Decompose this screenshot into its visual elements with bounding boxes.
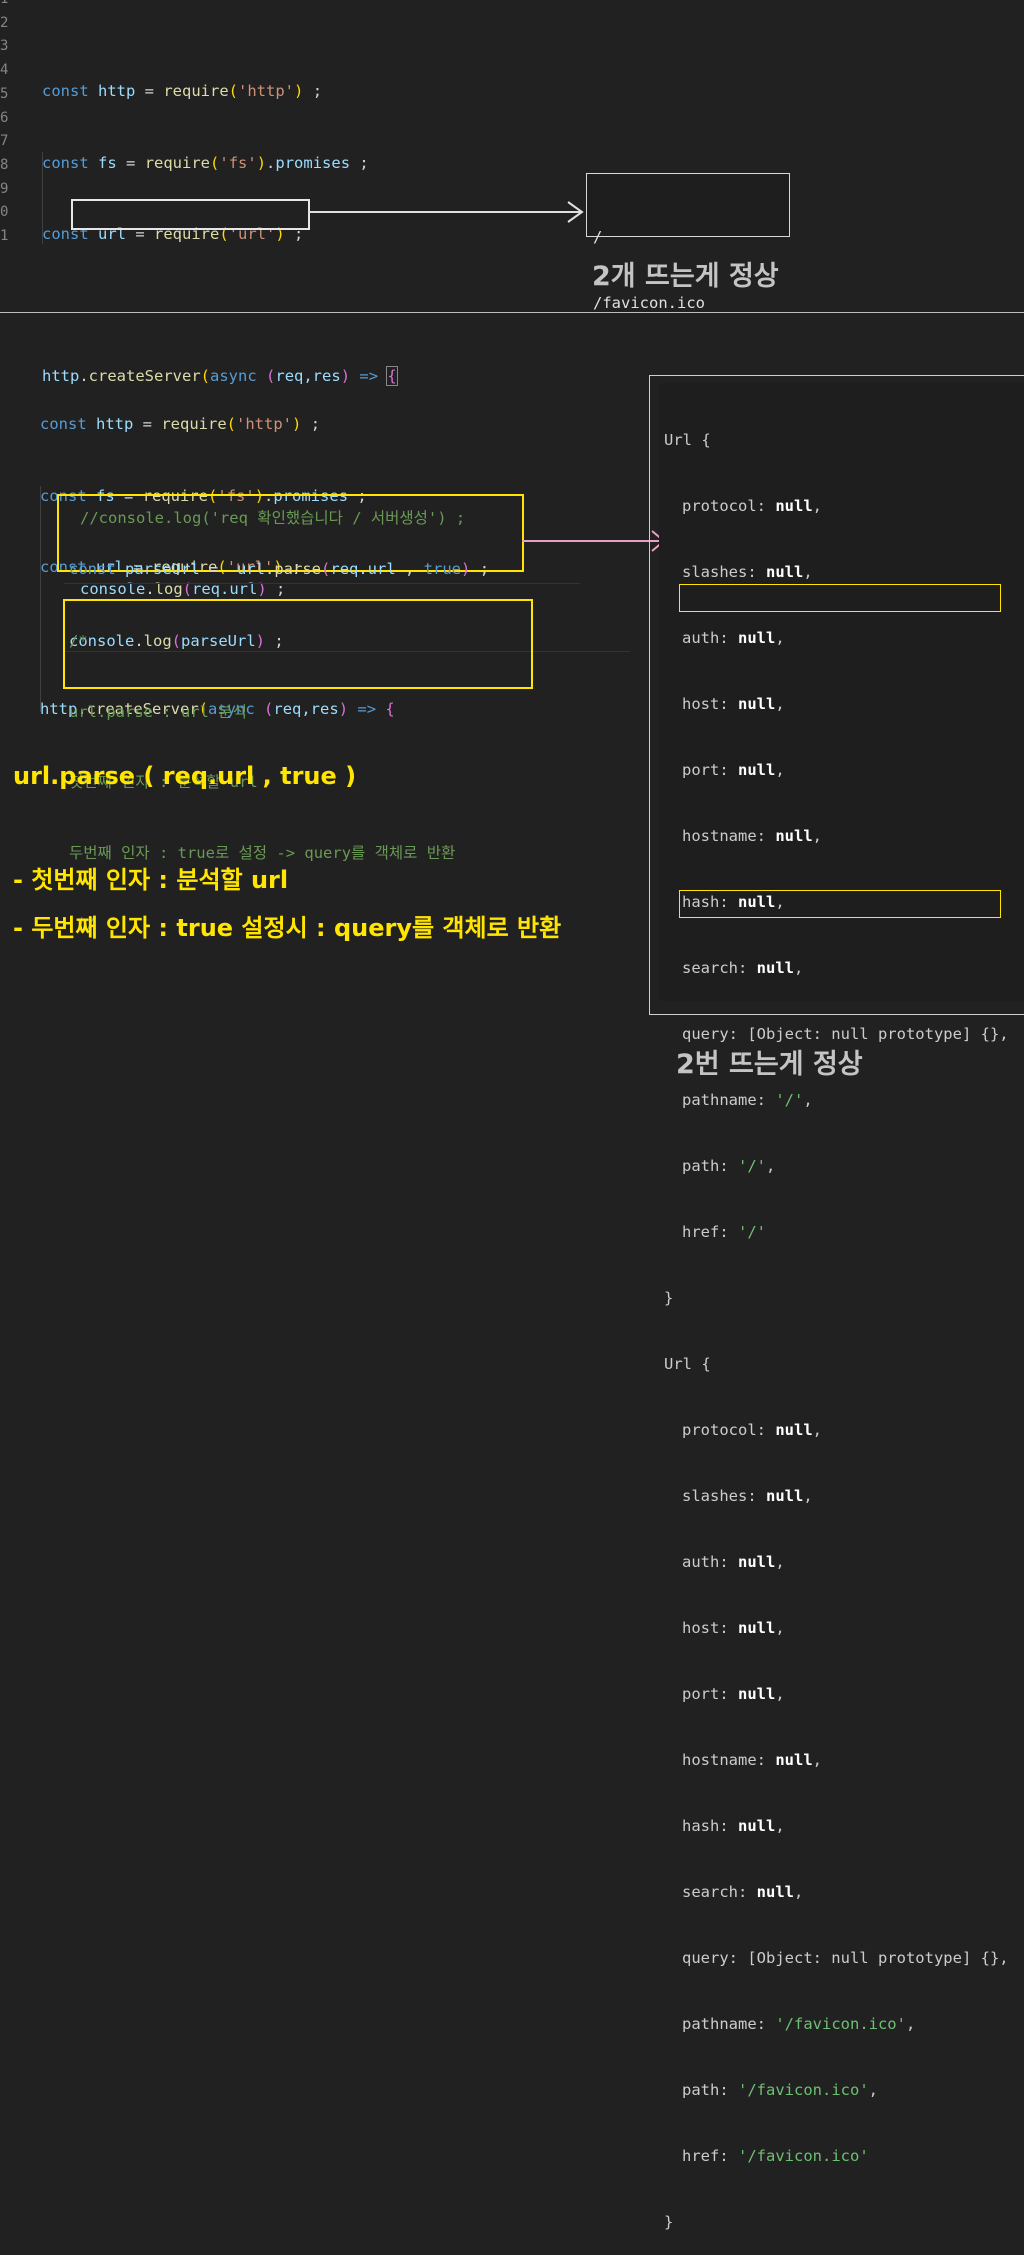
highlight-box-console-log bbox=[71, 199, 310, 230]
arrow-icon bbox=[308, 201, 584, 223]
caption-top: 2개 뜨는게 정상 bbox=[592, 261, 779, 292]
highlight-box-query bbox=[679, 584, 1001, 612]
highlight-box-query bbox=[679, 890, 1001, 918]
notes-heading: url.parse ( req.url , true ) bbox=[13, 762, 357, 790]
code-line: const http = require('http') ; bbox=[40, 415, 321, 434]
line-numbers-top: 1 2 3 4 5 6 7 8 9 0 1 bbox=[0, 0, 9, 245]
output-line: /favicon.ico bbox=[593, 294, 705, 312]
notes-item: - 두번째 인자 : true 설정시 : query를 객체로 반환 bbox=[13, 914, 562, 942]
code-line: const fs = require('fs').promises ; bbox=[42, 153, 369, 172]
indent-guide bbox=[40, 486, 41, 712]
code-line: const parseUrl = url.parse(req.url , tru… bbox=[69, 560, 490, 579]
arrow-icon bbox=[522, 530, 666, 552]
code-line: const http = require('http') ; bbox=[42, 82, 323, 101]
section-divider bbox=[0, 312, 1024, 313]
output-line: / bbox=[593, 228, 603, 246]
output-box-top: / /favicon.ico bbox=[586, 173, 790, 312]
query-line: query: [Object: null prototype] {}, bbox=[682, 1949, 1009, 1967]
highlight-box-comment bbox=[63, 599, 533, 689]
notes-item: - 첫번째 인자 : 분석할 url bbox=[13, 866, 289, 894]
caption-bottom: 2번 뜨는게 정상 bbox=[676, 1049, 863, 1080]
